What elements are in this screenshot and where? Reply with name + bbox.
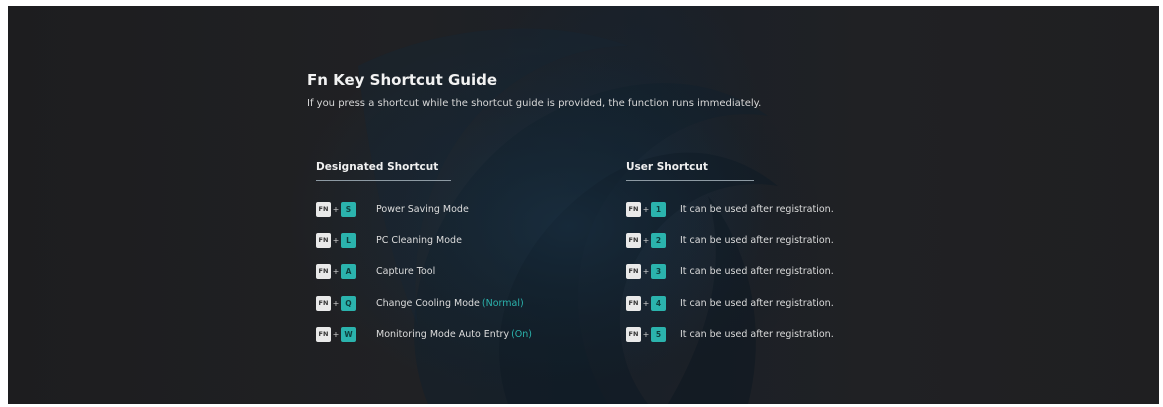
user-shortcut-1[interactable]: FN + 1 It can be used after registration… — [626, 200, 834, 218]
w-key-icon: W — [341, 326, 356, 342]
shortcut-label: Monitoring Mode Auto Entry — [376, 328, 510, 340]
digit-2-key-icon: 2 — [651, 232, 666, 248]
fn-key-icon: FN — [626, 263, 641, 279]
shortcut-label: It can be used after registration. — [680, 265, 834, 277]
plus-sign: + — [332, 266, 340, 276]
guide-title: Fn Key Shortcut Guide — [307, 71, 498, 89]
user-shortcut-3[interactable]: FN + 3 It can be used after registration… — [626, 262, 834, 280]
shortcut-label: Capture Tool — [376, 265, 436, 277]
fn-key-icon: FN — [626, 326, 641, 342]
fn-key-icon: FN — [316, 232, 331, 248]
shortcut-guide-overlay: Fn Key Shortcut Guide If you press a sho… — [8, 6, 1159, 404]
shortcut-label: It can be used after registration. — [680, 297, 834, 309]
shortcut-label: It can be used after registration. — [680, 234, 834, 246]
shortcut-label: PC Cleaning Mode — [376, 234, 462, 246]
shortcut-label: Power Saving Mode — [376, 203, 469, 215]
digit-3-key-icon: 3 — [651, 263, 666, 279]
user-shortcut-heading: User Shortcut — [626, 161, 754, 181]
shortcut-label: Change Cooling Mode — [376, 297, 480, 309]
plus-sign: + — [332, 204, 340, 214]
digit-4-key-icon: 4 — [651, 295, 666, 311]
monitoring-mode-state: (On) — [511, 328, 533, 340]
fn-key-icon: FN — [316, 201, 331, 217]
q-key-icon: Q — [341, 295, 356, 311]
s-key-icon: S — [341, 201, 356, 217]
fn-key-icon: FN — [316, 326, 331, 342]
cooling-mode-state: (Normal) — [481, 297, 524, 309]
shortcut-power-saving[interactable]: FN + S Power Saving Mode — [316, 200, 469, 218]
fn-key-icon: FN — [316, 263, 331, 279]
l-key-icon: L — [341, 232, 356, 248]
shortcut-monitoring-mode[interactable]: FN + W Monitoring Mode Auto Entry (On) — [316, 325, 532, 343]
fn-key-icon: FN — [626, 295, 641, 311]
designated-shortcut-heading: Designated Shortcut — [316, 161, 451, 181]
plus-sign: + — [332, 298, 340, 308]
digit-1-key-icon: 1 — [651, 201, 666, 217]
user-shortcut-4[interactable]: FN + 4 It can be used after registration… — [626, 294, 834, 312]
shortcut-capture-tool[interactable]: FN + A Capture Tool — [316, 262, 435, 280]
plus-sign: + — [642, 204, 650, 214]
wallpaper-bloom — [308, 28, 828, 404]
user-shortcut-5[interactable]: FN + 5 It can be used after registration… — [626, 325, 834, 343]
plus-sign: + — [332, 329, 340, 339]
a-key-icon: A — [341, 263, 356, 279]
plus-sign: + — [642, 266, 650, 276]
shortcut-label: It can be used after registration. — [680, 328, 834, 340]
plus-sign: + — [642, 329, 650, 339]
shortcut-cooling-mode[interactable]: FN + Q Change Cooling Mode (Normal) — [316, 294, 524, 312]
fn-key-icon: FN — [626, 201, 641, 217]
fn-key-icon: FN — [626, 232, 641, 248]
plus-sign: + — [332, 235, 340, 245]
user-shortcut-2[interactable]: FN + 2 It can be used after registration… — [626, 231, 834, 249]
plus-sign: + — [642, 298, 650, 308]
plus-sign: + — [642, 235, 650, 245]
fn-key-icon: FN — [316, 295, 331, 311]
digit-5-key-icon: 5 — [651, 326, 666, 342]
guide-subtitle: If you press a shortcut while the shortc… — [307, 98, 762, 109]
shortcut-label: It can be used after registration. — [680, 203, 834, 215]
shortcut-pc-cleaning[interactable]: FN + L PC Cleaning Mode — [316, 231, 462, 249]
